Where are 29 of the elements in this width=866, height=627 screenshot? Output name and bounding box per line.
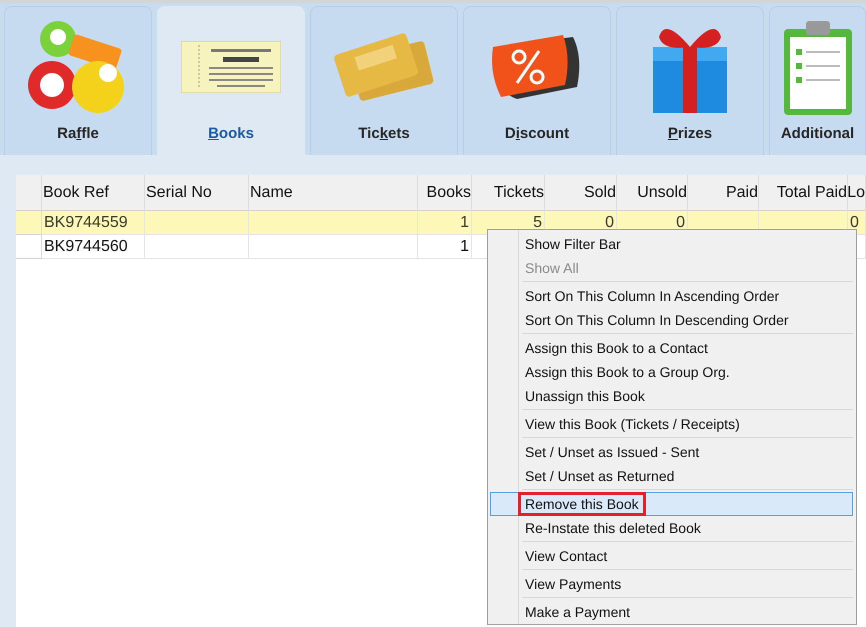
tab[interactable]: Discount	[463, 6, 611, 155]
tab[interactable]: Prizes	[616, 6, 764, 155]
ticket-icon	[181, 41, 281, 93]
menu-item[interactable]: View this Book (Tickets / Receipts)	[490, 412, 853, 436]
tab-label: Books	[208, 125, 254, 142]
menu-item[interactable]: Remove this Book	[490, 492, 853, 516]
menu-item[interactable]: Make a Payment	[490, 600, 853, 624]
tab[interactable]: Additional	[769, 6, 866, 155]
tab-label: Raffle	[57, 125, 99, 142]
menu-item[interactable]: View Payments	[490, 572, 853, 596]
menu-item[interactable]: View Contact	[490, 544, 853, 568]
menu-item[interactable]: Unassign this Book	[490, 384, 853, 408]
menu-item[interactable]: Sort On This Column In Ascending Order	[490, 284, 853, 308]
tab-label: Prizes	[668, 125, 712, 142]
menu-item[interactable]: Show Filter Bar	[490, 232, 853, 256]
tab-label: Tickets	[358, 125, 410, 142]
tab-label: Additional	[780, 125, 854, 142]
menu-item[interactable]: Assign this Book to a Contact	[490, 336, 853, 360]
menu-item[interactable]: Set / Unset as Returned	[490, 464, 853, 488]
menu-item[interactable]: Re-Instate this deleted Book	[490, 516, 853, 540]
menu-item[interactable]: Set / Unset as Issued - Sent	[490, 440, 853, 464]
menu-item[interactable]: Assign this Book to a Group Org.	[490, 360, 853, 384]
tab-label: Discount	[504, 125, 570, 142]
tab[interactable]: Raffle	[4, 6, 152, 155]
menu-item[interactable]: Sort On This Column In Descending Order	[490, 308, 853, 332]
tab[interactable]: Tickets	[310, 6, 458, 155]
tab[interactable]: Books	[157, 6, 305, 155]
table-cell: BK9744560	[42, 235, 145, 259]
table-cell: 1	[418, 235, 472, 259]
